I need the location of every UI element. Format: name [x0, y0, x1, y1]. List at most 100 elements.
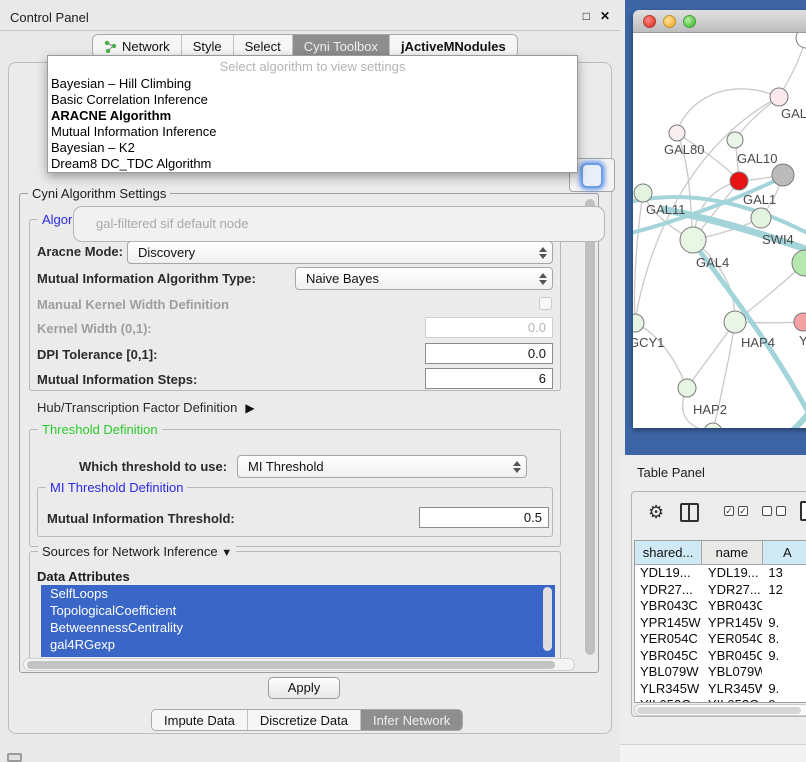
collapse-triangle-icon[interactable]: ▼ [221, 547, 232, 559]
column-header-name[interactable]: name [702, 541, 762, 564]
network-node[interactable] [727, 132, 743, 148]
mi-type-combo[interactable]: Naive Bayes [295, 267, 553, 290]
column-header-shared[interactable]: shared... [635, 541, 702, 564]
node-attribute-table[interactable]: shared...nameA YDL19...YDL19...13YDR27..… [634, 540, 806, 703]
table-cell: YBR045C [635, 648, 702, 665]
table-row[interactable]: YDL19...YDL19...13 [635, 565, 806, 582]
table-cell: YIL052C [635, 697, 702, 703]
manual-kernel-checkbox[interactable] [539, 297, 552, 310]
network-node[interactable] [634, 184, 652, 202]
tab-network[interactable]: Network [93, 35, 182, 57]
aracne-mode-combo[interactable]: Discovery [127, 241, 553, 264]
apply-button[interactable]: Apply [268, 677, 340, 699]
columns-icon[interactable] [680, 503, 699, 522]
attributes-scrollbar[interactable] [543, 587, 552, 651]
sources-title-text: Sources for Network Inference [42, 544, 218, 559]
which-threshold-combo[interactable]: MI Threshold [237, 455, 527, 478]
network-node[interactable] [751, 208, 771, 228]
network-node[interactable] [678, 379, 696, 397]
tab-select[interactable]: Select [234, 35, 293, 57]
network-node[interactable] [796, 33, 806, 48]
table-row[interactable]: YDR27...YDR27...12 [635, 582, 806, 599]
tab-cyni-toolbox[interactable]: Cyni Toolbox [293, 35, 390, 57]
table-horizontal-scrollbar-thumb[interactable] [637, 707, 801, 714]
expand-triangle-icon: ▶ [245, 401, 254, 415]
unchecked-box-icon [776, 506, 786, 516]
table-row[interactable]: YPR145WYPR145W9. [635, 615, 806, 632]
table-horizontal-scrollbar[interactable] [634, 704, 806, 716]
table-row[interactable]: YLR345WYLR345W9. [635, 681, 806, 698]
algorithm-placeholder: Select algorithm to view settings [48, 56, 577, 76]
table-cell: 9. [762, 615, 806, 632]
panel-title: Control Panel [10, 10, 89, 25]
close-window-icon[interactable] [643, 15, 656, 28]
float-panel-icon[interactable]: □ [583, 9, 590, 23]
mini-panel-icon[interactable] [7, 753, 22, 762]
attribute-item-gal4rgexp[interactable]: gal4RGexp [41, 636, 555, 653]
attribute-item-topologicalcoefficient[interactable]: TopologicalCoefficient [41, 602, 555, 619]
network-edge[interactable] [687, 322, 735, 388]
network-node[interactable] [794, 313, 806, 331]
table-row[interactable]: YER054CYER054C8. [635, 631, 806, 648]
settings-vertical-scrollbar-thumb[interactable] [585, 199, 595, 655]
attribute-item-selfloops[interactable]: SelfLoops [41, 585, 555, 602]
column-header-a[interactable]: A [763, 541, 806, 564]
tab-impute-data[interactable]: Impute Data [152, 710, 248, 730]
tab-discretize-data[interactable]: Discretize Data [248, 710, 361, 730]
table-cell: YIL052C [702, 697, 763, 703]
mi-threshold-field[interactable]: 0.5 [419, 507, 549, 528]
network-node[interactable] [680, 227, 706, 253]
network-node[interactable] [669, 125, 685, 141]
algorithm-option-aracne-algorithm[interactable]: ARACNE Algorithm [48, 108, 577, 124]
algorithm-option-basic-correlation-inference[interactable]: Basic Correlation Inference [48, 92, 577, 108]
mi-threshold-definition-title: MI Threshold Definition [46, 480, 187, 495]
gear-icon[interactable]: ⚙ [648, 502, 664, 523]
mi-steps-field[interactable]: 6 [425, 368, 553, 389]
aracne-mode-label: Aracne Mode: [37, 244, 123, 259]
control-panel: Control Panel □ ✕ NetworkStyleSelectCyni… [0, 0, 620, 762]
network-node[interactable] [730, 172, 748, 190]
tab-infer-network[interactable]: Infer Network [361, 710, 462, 730]
table-row[interactable]: YIL052CYIL052C9. [635, 697, 806, 703]
algorithm-option-dream8-dc-tdc-algorithm[interactable]: Dream8 DC_TDC Algorithm [48, 156, 577, 172]
tab-jactivemnodules[interactable]: jActiveMNodules [390, 35, 517, 57]
network-node[interactable] [633, 314, 644, 332]
network-edge-thick[interactable] [727, 361, 806, 428]
network-window-titlebar[interactable] [633, 10, 806, 33]
network-node[interactable] [704, 423, 722, 428]
zoom-window-icon[interactable] [683, 15, 696, 28]
dpi-tolerance-field[interactable]: 0.0 [425, 343, 553, 364]
close-panel-icon[interactable]: ✕ [600, 9, 610, 23]
network-edge[interactable] [635, 323, 687, 388]
table-row[interactable]: YBR045CYBR045C9. [635, 648, 806, 665]
document-icon[interactable] [800, 501, 806, 521]
table-row[interactable]: YBL079WYBL079W [635, 664, 806, 681]
select-all-checkboxes-icon[interactable]: ✓ ✓ [724, 506, 748, 516]
minimize-window-icon[interactable] [663, 15, 676, 28]
data-attributes-list[interactable]: SelfLoopsTopologicalCoefficientBetweenne… [41, 585, 555, 657]
tab-style[interactable]: Style [182, 35, 234, 57]
table-cell: YBR043C [635, 598, 702, 615]
deselect-all-checkboxes-icon[interactable] [762, 506, 786, 516]
settings-horizontal-scrollbar[interactable] [23, 658, 575, 671]
network-edge[interactable] [677, 89, 779, 133]
algorithm-option-bayesian-k2[interactable]: Bayesian – K2 [48, 140, 577, 156]
table-row[interactable]: YBR043CYBR043C [635, 598, 806, 615]
attribute-item-betweennesscentrality[interactable]: BetweennessCentrality [41, 619, 555, 636]
table-cell: 13 [762, 565, 806, 582]
network-node[interactable] [770, 88, 788, 106]
settings-vertical-scrollbar[interactable] [583, 197, 597, 659]
tab-label: jActiveMNodules [401, 39, 506, 54]
table-panel-title: Table Panel [637, 465, 705, 480]
mi-steps-label: Mutual Information Steps: [37, 372, 197, 387]
network-node[interactable] [772, 164, 794, 186]
algorithm-option-mutual-information-inference[interactable]: Mutual Information Inference [48, 124, 577, 140]
network-data-combo[interactable]: gal-filtered sif default node [73, 206, 605, 242]
kernel-width-field[interactable]: 0.0 [425, 317, 553, 338]
hub-definition-expander[interactable]: Hub/Transcription Factor Definition▶ [37, 400, 255, 415]
network-canvas[interactable]: GALGAL80GAL10GAL1GAL11SWI4GAL4GCY1HAP4YH… [633, 33, 806, 428]
algorithm-option-bayesian-hill-climbing[interactable]: Bayesian – Hill Climbing [48, 76, 577, 92]
network-node[interactable] [724, 311, 746, 333]
settings-horizontal-scrollbar-thumb[interactable] [27, 661, 555, 669]
focused-stepper-button[interactable] [581, 163, 603, 188]
